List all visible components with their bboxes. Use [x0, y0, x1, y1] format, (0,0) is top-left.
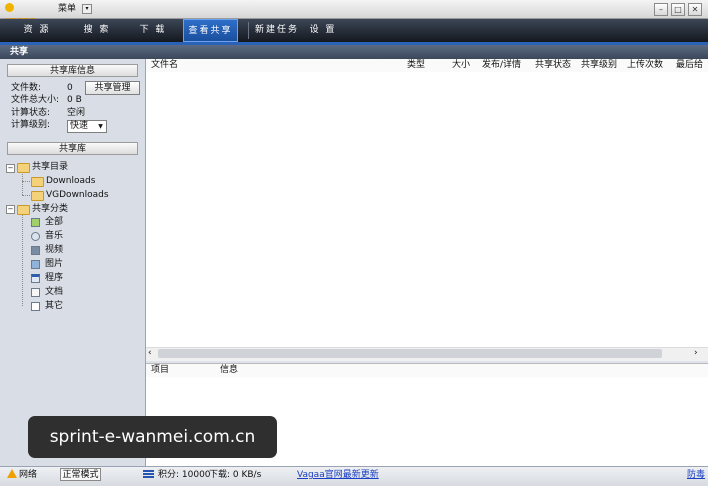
calc-level-select[interactable]: 快速 ▼: [67, 120, 107, 133]
minimize-button[interactable]: –: [654, 3, 668, 16]
all-files-icon: [31, 218, 40, 227]
warning-icon: [7, 469, 17, 478]
tree-category-images[interactable]: 图片: [45, 259, 63, 270]
tree-guide: [22, 213, 23, 306]
video-icon: [31, 246, 40, 255]
calc-status-value: 空闲: [67, 108, 86, 118]
chevron-down-icon: ▼: [98, 123, 103, 130]
tree-guide: [22, 181, 30, 182]
tab-resources[interactable]: 资 源: [10, 19, 64, 42]
maximize-button[interactable]: □: [671, 3, 685, 16]
calc-status-label: 计算状态:: [11, 108, 51, 118]
tab-download[interactable]: 下 载: [126, 19, 180, 42]
tab-new-task[interactable]: 新建任务: [248, 22, 305, 39]
tab-view-share[interactable]: 查看共享: [183, 19, 238, 42]
folder-icon: [31, 177, 44, 187]
download-speed: 下载: 0 KB/s: [209, 470, 262, 480]
column-size[interactable]: 大小: [452, 59, 470, 72]
tree-guide: [22, 195, 30, 196]
calc-level-value: 快速: [70, 121, 89, 131]
mode-badge[interactable]: 正常模式: [60, 468, 101, 481]
column-type[interactable]: 类型: [407, 59, 425, 72]
program-icon: [31, 274, 40, 283]
column-item[interactable]: 项目: [151, 364, 169, 377]
tree-category-programs[interactable]: 程序: [45, 273, 63, 284]
calc-level-label: 计算级别:: [11, 120, 51, 130]
tab-search[interactable]: 搜 索: [70, 19, 124, 42]
file-count-label: 文件数:: [11, 83, 42, 93]
collapse-icon[interactable]: −: [6, 205, 15, 214]
total-size-label: 文件总大小:: [11, 95, 60, 105]
tree-item-downloads[interactable]: Downloads: [46, 176, 95, 187]
tree-category-other[interactable]: 其它: [45, 301, 63, 312]
folder-icon: [31, 191, 44, 201]
menu-label[interactable]: 菜单: [58, 3, 76, 15]
title-bar: [0, 0, 708, 19]
column-share-status[interactable]: 共享状态: [535, 59, 571, 72]
antivirus-link[interactable]: 防毒: [687, 469, 705, 481]
app-logo: vagaa: [5, 2, 45, 26]
tree-category-documents[interactable]: 文档: [45, 287, 63, 298]
scrollbar-thumb[interactable]: [158, 349, 662, 358]
file-list-header: [146, 59, 708, 73]
tree-item-vgdownloads[interactable]: VGDownloads: [46, 190, 109, 201]
stats-icon: [143, 470, 154, 478]
library-info-button[interactable]: 共享库信息: [7, 64, 138, 77]
file-list[interactable]: [146, 72, 708, 347]
network-status[interactable]: 网络: [19, 469, 37, 481]
tree-category-all[interactable]: 全部: [45, 217, 63, 228]
column-publish-details[interactable]: 发布/详情: [482, 59, 521, 72]
close-button[interactable]: ✕: [688, 3, 702, 16]
share-library-button[interactable]: 共享库: [7, 142, 138, 155]
tree-category-music[interactable]: 音乐: [45, 231, 63, 242]
tab-settings[interactable]: 设 置: [300, 22, 346, 39]
column-upload-count[interactable]: 上传次数: [627, 59, 663, 72]
folder-icon: [17, 205, 30, 215]
other-file-icon: [31, 302, 40, 311]
tree-category-video[interactable]: 视频: [45, 245, 63, 256]
vagaa-logo-icon: [5, 3, 14, 12]
watermark-banner: sprint-e-wanmei.com.cn: [28, 416, 277, 458]
points-status: 积分: 10000: [158, 470, 211, 480]
update-link[interactable]: Vagaa官网最新更新: [297, 469, 379, 481]
document-icon: [31, 288, 40, 297]
file-count-value: 0: [67, 83, 73, 93]
tree-guide: [22, 171, 23, 195]
menu-dropdown-icon[interactable]: ▾: [82, 4, 92, 14]
folder-icon: [17, 163, 30, 173]
tree-share-category[interactable]: 共享分类: [32, 204, 68, 215]
column-filename[interactable]: 文件名: [151, 59, 178, 72]
image-icon: [31, 260, 40, 269]
music-icon: [31, 232, 40, 241]
page-title: 共享: [0, 45, 708, 59]
collapse-icon[interactable]: −: [6, 164, 15, 173]
scroll-right-icon[interactable]: ›: [694, 347, 698, 360]
tree-share-directory[interactable]: 共享目录: [32, 162, 68, 173]
column-last[interactable]: 最后给: [676, 59, 708, 72]
share-manage-button[interactable]: 共享管理: [85, 81, 140, 95]
column-share-level[interactable]: 共享级别: [581, 59, 617, 72]
total-size-value: 0 B: [67, 95, 82, 105]
scroll-left-icon[interactable]: ‹: [148, 347, 152, 360]
column-info[interactable]: 信息: [220, 364, 238, 377]
